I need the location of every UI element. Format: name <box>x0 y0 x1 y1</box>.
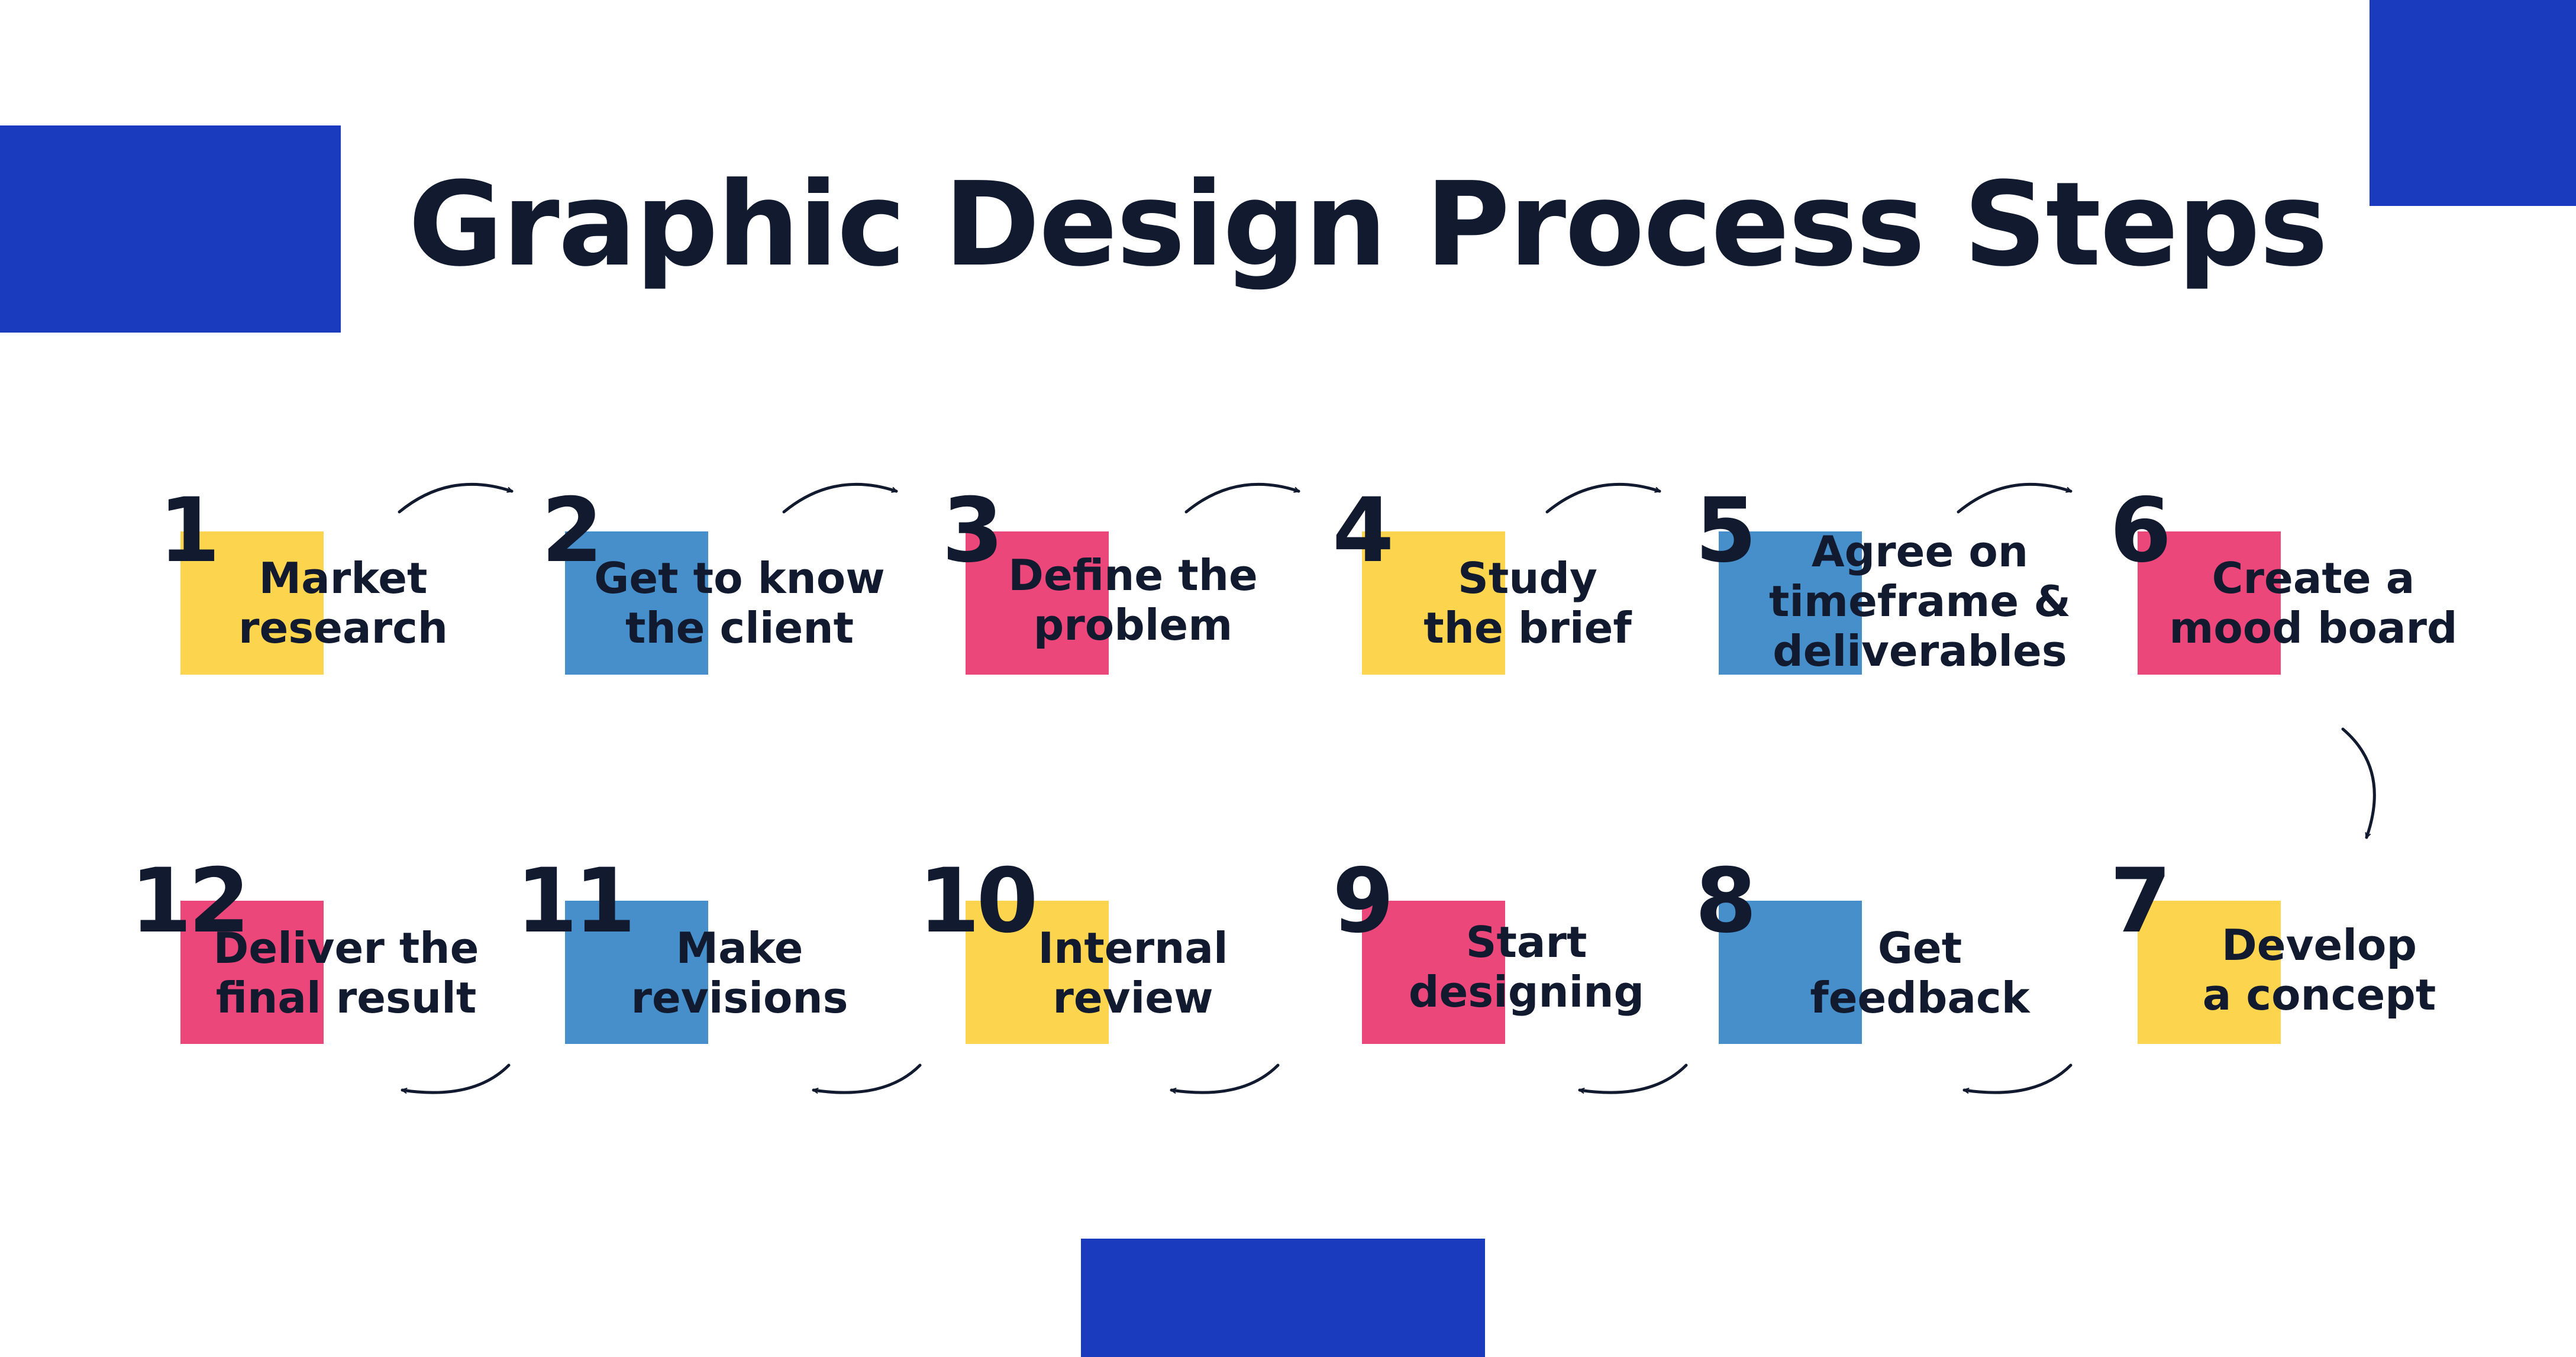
flow-arrow-7 <box>1962 1063 2073 1094</box>
flow-arrow-11 <box>401 1063 511 1094</box>
flow-arrow-5 <box>1957 482 2073 514</box>
flow-arrow-10 <box>812 1063 922 1094</box>
decor-block-left <box>0 125 341 333</box>
step-9-label: Start designing <box>1408 917 1645 1017</box>
step-8-number: 8 <box>1695 850 1757 953</box>
flow-arrow-9 <box>1170 1063 1280 1094</box>
step-5-number: 5 <box>1695 479 1757 582</box>
step-11-label: Make revisions <box>631 923 848 1023</box>
step-10-label: Internal review <box>1038 923 1228 1023</box>
flow-arrow-2 <box>782 482 898 514</box>
flow-arrow-4 <box>1545 482 1661 514</box>
flow-arrow-8 <box>1578 1063 1688 1094</box>
step-7-label: Develop a concept <box>2202 920 2436 1020</box>
flow-arrow-3 <box>1184 482 1300 514</box>
step-8-label: Get feedback <box>1810 923 2030 1023</box>
step-2-label: Get to know the client <box>594 553 885 653</box>
step-5-label: Agree on timeframe & deliverables <box>1768 527 2071 676</box>
step-1-label: Market research <box>238 553 448 653</box>
flow-arrow-1 <box>398 482 514 514</box>
decor-block-top-right <box>2370 0 2576 206</box>
page-title: Graphic Design Process Steps <box>408 157 2328 292</box>
step-3-label: Define the problem <box>1008 550 1258 650</box>
flow-arrow-6 <box>2341 727 2376 839</box>
step-6-label: Create a mood board <box>2169 553 2458 653</box>
step-4-label: Study the brief <box>1423 553 1632 653</box>
decor-block-bottom <box>1081 1239 1485 1357</box>
step-12-label: Deliver the final result <box>213 923 479 1023</box>
